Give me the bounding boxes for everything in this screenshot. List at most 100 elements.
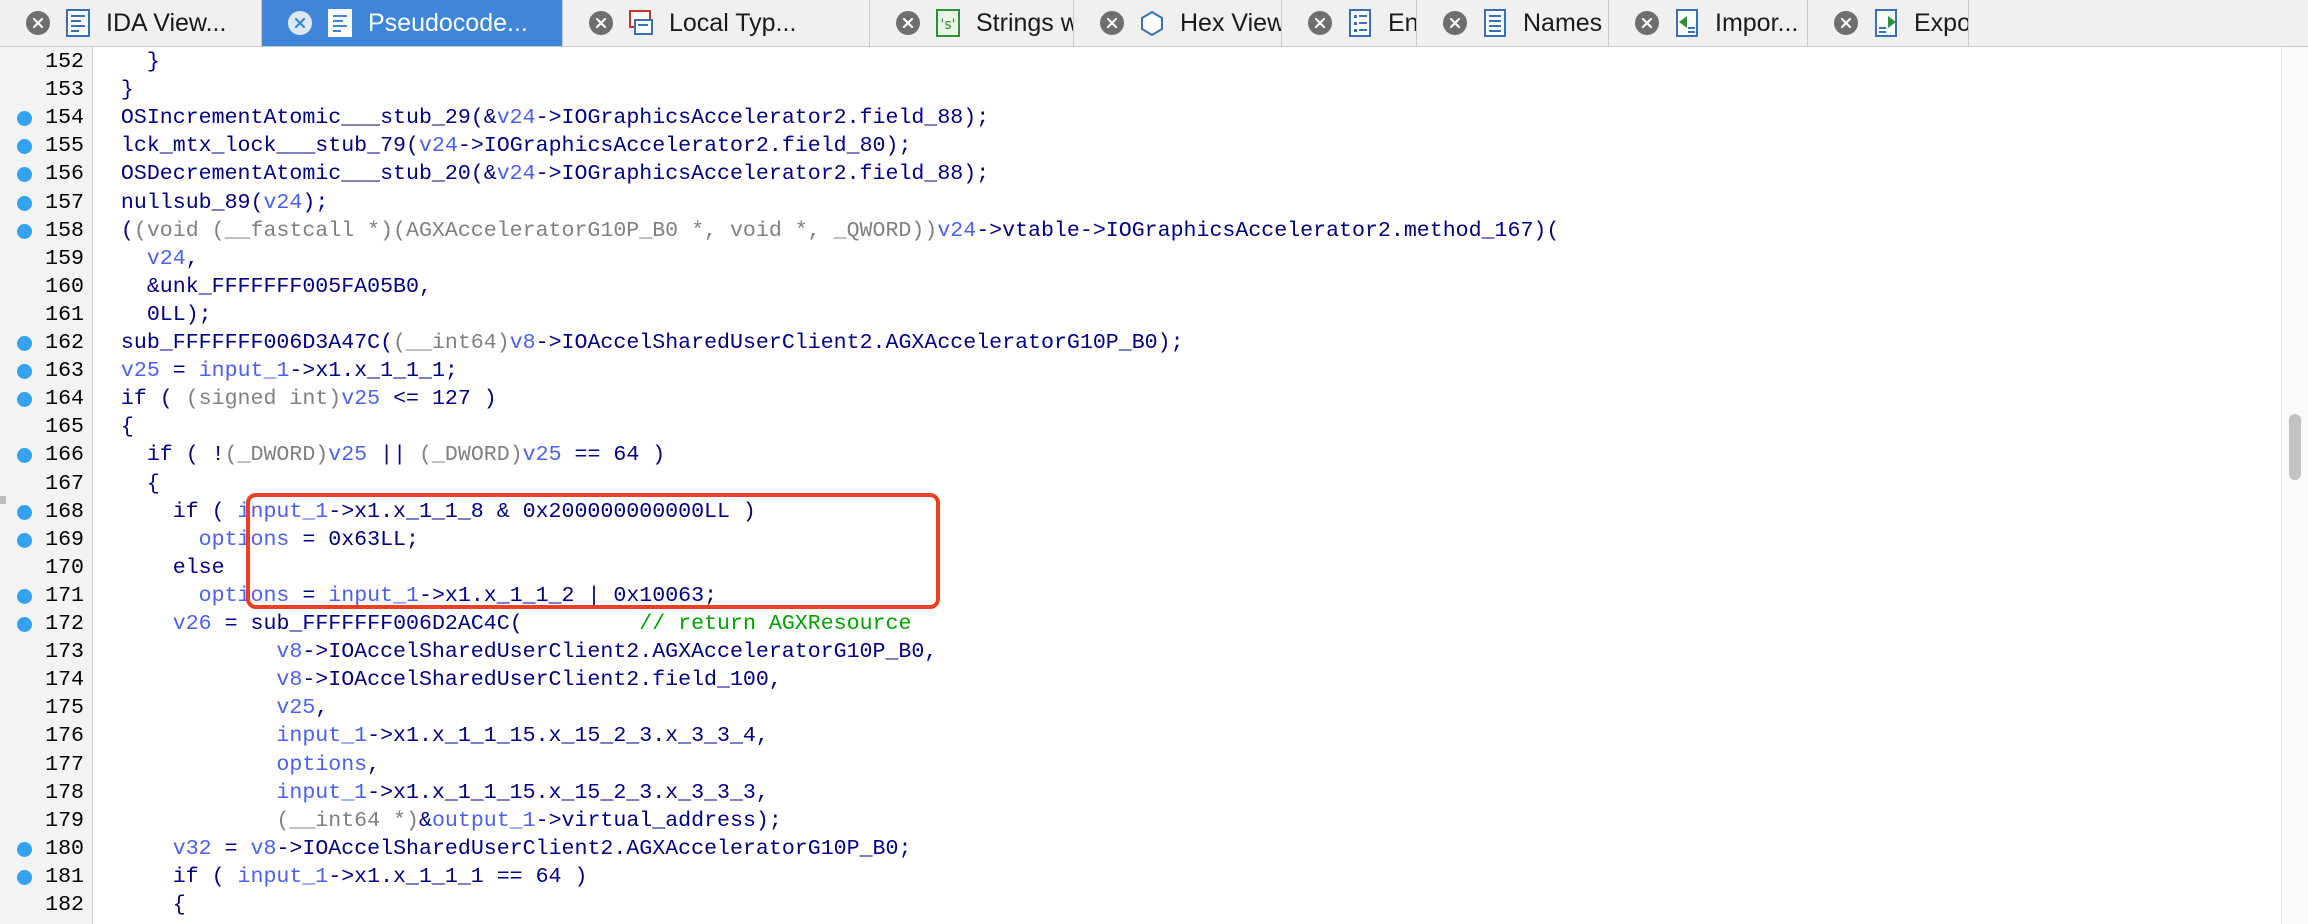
line-number: 163 xyxy=(45,359,84,384)
breakpoint-dot-icon[interactable] xyxy=(17,195,32,211)
code-line[interactable]: 162 sub_FFFFFFF006D3A47C((__int64)v8->IO… xyxy=(0,329,2280,357)
breakpoint-dot-icon[interactable] xyxy=(17,111,32,127)
line-number: 164 xyxy=(45,387,84,412)
code-line[interactable]: 159 v24, xyxy=(0,245,2280,273)
code-line[interactable]: 169 options = 0x63LL; xyxy=(0,526,2280,554)
tab-pseudocode[interactable]: Pseudocode... xyxy=(262,0,563,46)
code-text: ((void (__fastcall *)(AGXAcceleratorG10P… xyxy=(95,218,1560,243)
code-line[interactable]: 152 } xyxy=(0,48,2280,76)
line-number: 162 xyxy=(45,331,84,355)
breakpoint-dot-icon[interactable] xyxy=(17,336,32,351)
svg-text:'s': 's' xyxy=(941,17,956,33)
pseudocode-icon xyxy=(326,8,354,38)
code-line[interactable]: 181 if ( input_1->x1.x_1_1_1 == 64 ) xyxy=(0,863,2280,891)
code-text: v32 = v8->IOAccelSharedUserClient2.AGXAc… xyxy=(172,836,912,861)
code-text: options = 0x63LL; xyxy=(198,527,419,552)
code-line[interactable]: 173 v8->IOAccelSharedUserClient2.AGXAcce… xyxy=(0,638,2280,666)
close-icon[interactable] xyxy=(1308,11,1332,35)
code-line[interactable]: 172 v26 = sub_FFFFFFF006D2AC4C( // retur… xyxy=(0,610,2280,638)
hex-view-icon xyxy=(1138,8,1166,38)
line-number: 152 xyxy=(45,50,84,74)
line-number: 154 xyxy=(45,106,84,131)
code-line[interactable]: 164 if ( (signed int)v25 <= 127 ) xyxy=(0,385,2280,413)
tab-imports[interactable]: Impor... xyxy=(1609,0,1808,46)
close-icon[interactable] xyxy=(589,11,613,35)
breakpoint-dot-icon[interactable] xyxy=(17,617,32,632)
close-icon[interactable] xyxy=(1635,11,1659,35)
code-line[interactable]: 171 options = input_1->x1.x_1_1_2 | 0x10… xyxy=(0,582,2280,610)
close-icon[interactable] xyxy=(26,11,50,35)
code-line[interactable]: 155 lck_mtx_lock___stub_79(v24->IOGraphi… xyxy=(0,132,2280,160)
line-number: 174 xyxy=(45,668,84,693)
tab-local-types[interactable]: Local Typ... xyxy=(563,0,870,46)
tab-label: Hex View... xyxy=(1180,8,1281,37)
code-text: if ( (signed int)v25 <= 127 ) xyxy=(95,387,497,412)
breakpoint-dot-icon[interactable] xyxy=(17,532,32,548)
breakpoint-dot-icon[interactable] xyxy=(17,139,32,155)
code-text: v24, xyxy=(146,246,199,271)
close-icon[interactable] xyxy=(1443,11,1467,35)
code-line[interactable]: 157 nullsub_89(v24); xyxy=(0,189,2280,217)
tab-exports[interactable]: Expor... xyxy=(1808,0,1969,46)
line-number: 160 xyxy=(45,274,84,299)
breakpoint-dot-icon[interactable] xyxy=(17,364,32,380)
breakpoint-dot-icon[interactable] xyxy=(17,223,32,239)
code-line[interactable]: 182 { xyxy=(0,891,2280,919)
code-line[interactable]: 166 if ( !(_DWORD)v25 || (_DWORD)v25 == … xyxy=(0,441,2280,469)
code-line[interactable]: 153 } xyxy=(0,76,2280,104)
pseudocode-view[interactable]: 152 } 153 } 154 OSIncrementAtomic___stub_2… xyxy=(0,47,2308,924)
breakpoint-dot-icon[interactable] xyxy=(17,504,32,520)
code-line[interactable]: 176 input_1->x1.x_1_1_15.x_15_2_3.x_3_3_… xyxy=(0,722,2280,750)
close-icon[interactable] xyxy=(896,11,920,35)
code-line[interactable]: 179 (__int64 *)&output_1->virtual_addres… xyxy=(0,807,2280,835)
scrollbar-thumb[interactable] xyxy=(2289,414,2301,480)
code-line[interactable]: 168 if ( input_1->x1.x_1_1_8 & 0x2000000… xyxy=(0,498,2280,526)
breakpoint-dot-icon[interactable] xyxy=(17,588,32,604)
code-text: { xyxy=(95,415,134,440)
code-line[interactable]: 160 &unk_FFFFFFF005FA05B0, xyxy=(0,273,2280,301)
code-line[interactable]: 167 { xyxy=(0,470,2280,498)
line-number: 182 xyxy=(45,893,84,917)
breakpoint-dot-icon[interactable] xyxy=(17,869,32,885)
breakpoint-dot-icon[interactable] xyxy=(17,167,32,183)
line-number: 161 xyxy=(45,302,84,327)
code-line[interactable]: 177 options, xyxy=(0,751,2280,779)
close-icon[interactable] xyxy=(1100,11,1124,35)
tab-label: Names wind... xyxy=(1523,8,1608,37)
code-line[interactable]: 154 OSIncrementAtomic___stub_29(&v24->IO… xyxy=(0,104,2280,132)
code-line[interactable]: 156 OSDecrementAtomic___stub_20(&v24->IO… xyxy=(0,160,2280,188)
close-icon[interactable] xyxy=(1834,11,1858,35)
breakpoint-dot-icon[interactable] xyxy=(17,392,32,408)
breakpoint-dot-icon[interactable] xyxy=(17,841,32,857)
vertical-scrollbar[interactable] xyxy=(2281,47,2308,924)
tab-label: IDA View... xyxy=(106,8,227,37)
code-text: options = input_1->x1.x_1_1_2 | 0x10063; xyxy=(198,583,718,608)
tab-enums[interactable]: Enu... xyxy=(1282,0,1417,46)
local-types-icon xyxy=(627,8,655,38)
line-number: 173 xyxy=(45,640,84,665)
code-line[interactable]: 178 input_1->x1.x_1_1_15.x_15_2_3.x_3_3_… xyxy=(0,779,2280,807)
tab-strings[interactable]: 's' Strings wind... xyxy=(870,0,1074,46)
line-number: 178 xyxy=(45,780,84,805)
code-line[interactable]: 158 ((void (__fastcall *)(AGXAccelerator… xyxy=(0,217,2280,245)
close-icon[interactable] xyxy=(288,11,312,35)
code-text: v8->IOAccelSharedUserClient2.AGXAccelera… xyxy=(276,640,938,665)
breakpoint-dot-icon[interactable] xyxy=(17,448,32,464)
code-text: } xyxy=(95,78,134,103)
code-line[interactable]: 163 v25 = input_1->x1.x_1_1_1; xyxy=(0,357,2280,385)
tab-names[interactable]: Names wind... xyxy=(1417,0,1609,46)
line-number: 170 xyxy=(45,555,84,580)
code-line[interactable]: 165 { xyxy=(0,413,2280,441)
code-line[interactable]: 174 v8->IOAccelSharedUserClient2.field_1… xyxy=(0,666,2280,694)
code-text: options, xyxy=(276,752,381,777)
code-line[interactable]: 180 v32 = v8->IOAccelSharedUserClient2.A… xyxy=(0,835,2280,863)
line-number: 180 xyxy=(45,836,84,861)
tab-hex-view[interactable]: Hex View... xyxy=(1074,0,1282,46)
code-line[interactable]: 161 0LL); xyxy=(0,301,2280,329)
code-line[interactable]: 175 v25, xyxy=(0,694,2280,722)
code-line[interactable]: 170 else xyxy=(0,554,2280,582)
line-number: 158 xyxy=(45,218,84,243)
code-text: (__int64 *)&output_1->virtual_address); xyxy=(276,808,782,833)
tab-ida-view[interactable]: IDA View... xyxy=(0,0,262,46)
code-text: v25, xyxy=(276,696,329,721)
